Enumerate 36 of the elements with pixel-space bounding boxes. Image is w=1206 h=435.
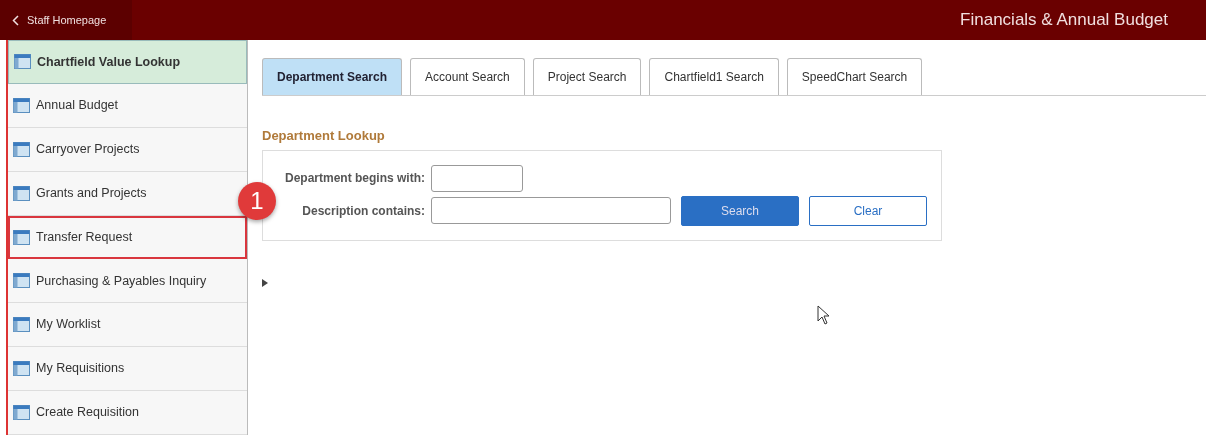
sidebar-item[interactable]: My Requisitions	[8, 347, 247, 392]
table-icon	[14, 54, 31, 70]
table-icon	[13, 273, 30, 289]
sidebar-item[interactable]: Chartfield Value Lookup	[8, 40, 247, 84]
section-title: Department Lookup	[262, 127, 386, 145]
sidebar-item[interactable]: Create Requisition	[8, 391, 247, 435]
tab[interactable]: Chartfield1 Search	[649, 58, 779, 95]
sidebar-item[interactable]: Purchasing & Payables Inquiry	[8, 259, 247, 304]
app-title: Financials & Annual Budget	[960, 9, 1169, 32]
tab[interactable]: Account Search	[410, 58, 525, 95]
table-icon	[13, 141, 30, 157]
input-field[interactable]	[431, 197, 671, 224]
table-icon	[13, 229, 30, 245]
table-icon	[13, 361, 30, 377]
step-callout: 1	[238, 182, 276, 220]
sidebar-item[interactable]: My Worklist	[8, 303, 247, 348]
expand-triangle-icon[interactable]	[262, 278, 268, 287]
table-icon	[13, 405, 30, 421]
mouse-pointer-icon	[817, 305, 831, 325]
table-icon	[13, 185, 30, 201]
field-label: Description contains:	[301, 202, 426, 220]
sidebar-item[interactable]: Transfer Request	[8, 215, 247, 260]
sidebar-item[interactable]: Carryover Projects	[8, 127, 247, 172]
chevron-left-icon	[12, 14, 19, 26]
table-icon	[13, 317, 30, 333]
back-button[interactable]: Staff Homepage	[0, 0, 132, 40]
sidebar-item[interactable]: Annual Budget	[8, 83, 247, 128]
tab[interactable]: Department Search	[262, 58, 403, 95]
clear-button[interactable]: Clear	[809, 195, 927, 226]
sidebar-item[interactable]: Grants and Projects	[8, 171, 247, 216]
search-button[interactable]: Search	[681, 195, 799, 226]
table-icon	[13, 97, 30, 113]
tab[interactable]: Project Search	[532, 58, 642, 95]
input-field[interactable]	[431, 164, 523, 192]
tab[interactable]: SpeedChart Search	[786, 58, 923, 95]
field-label: Department begins with:	[284, 170, 426, 187]
